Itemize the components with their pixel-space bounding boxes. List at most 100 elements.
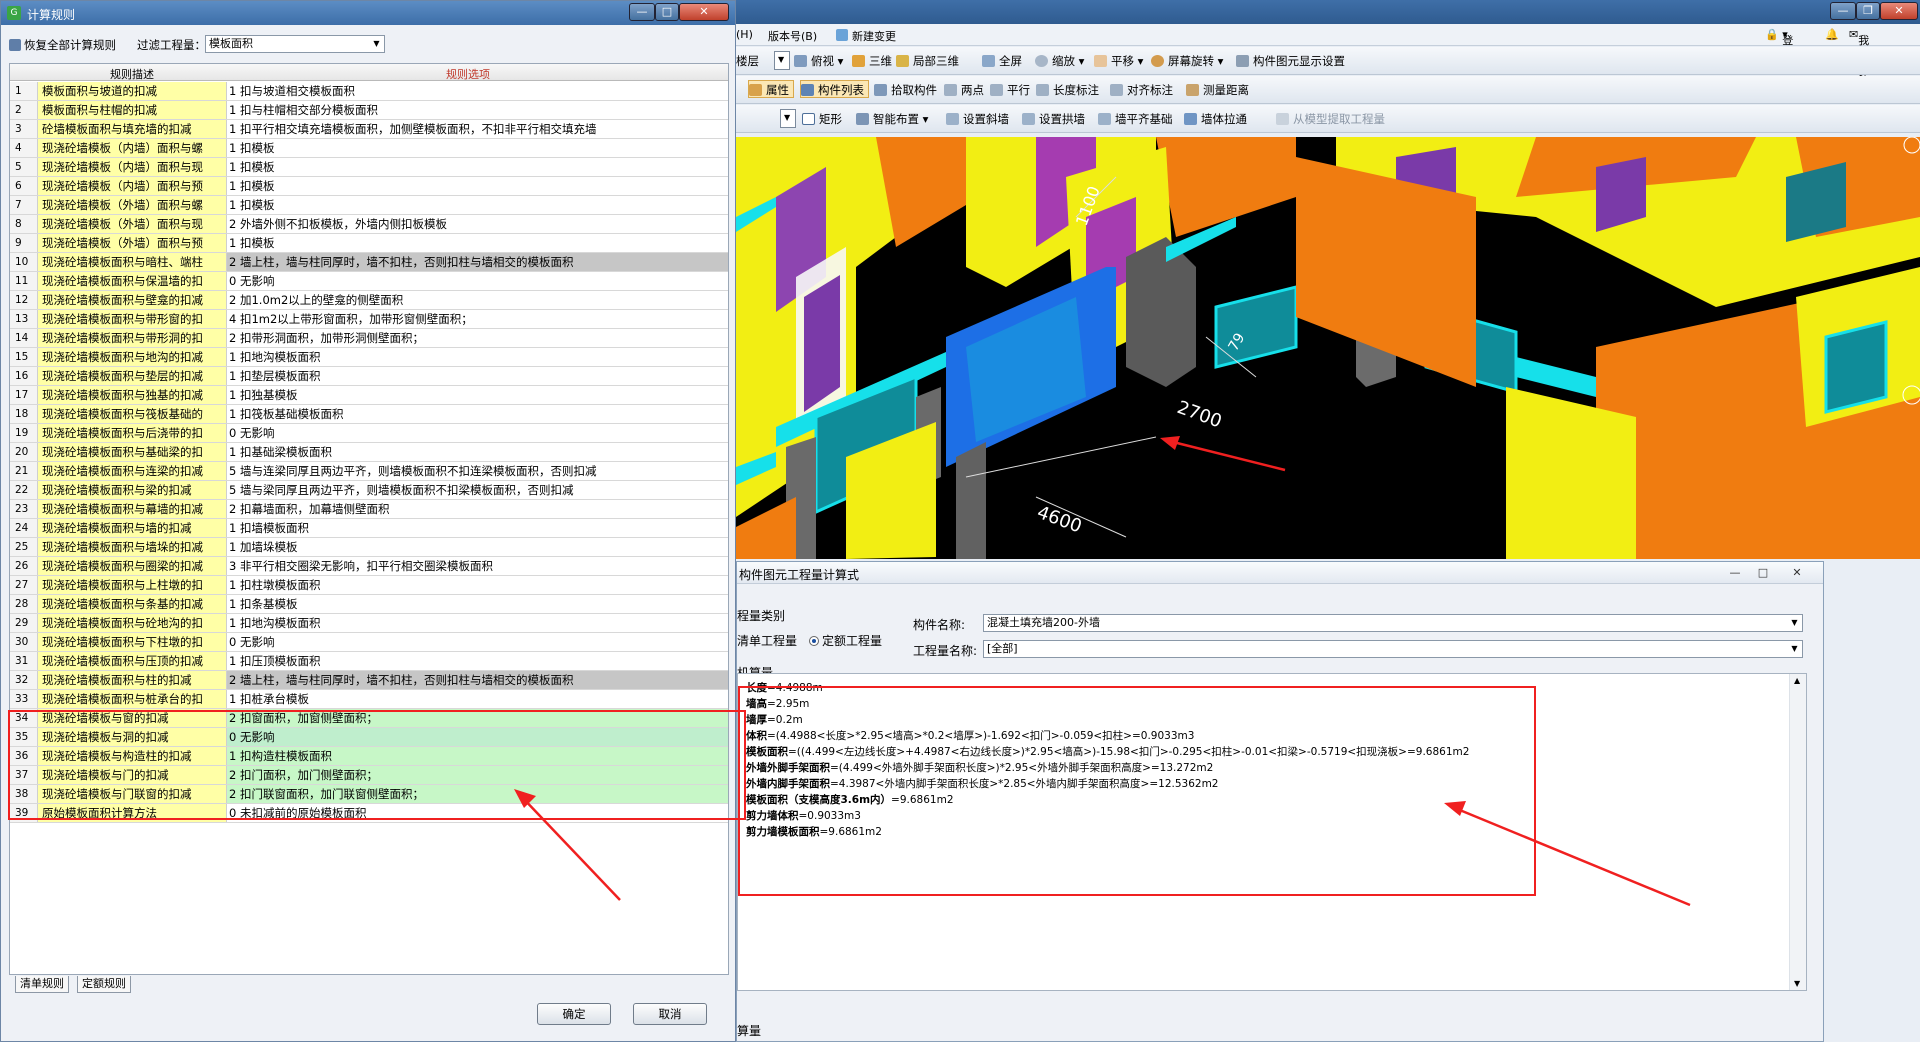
floor-dropdown[interactable]: ▼	[774, 51, 790, 70]
rule-option[interactable]: 1 扣筏板基础模板面积	[227, 405, 728, 423]
minimize-button[interactable]: —	[1723, 565, 1747, 581]
table-row[interactable]: 2 模板面积与柱帽的扣减 1 扣与柱帽相交部分模板面积	[10, 101, 728, 120]
table-row[interactable]: 18 现浇砼墙模板面积与筏板基础的 1 扣筏板基础模板面积	[10, 405, 728, 424]
table-row[interactable]: 24 现浇砼墙模板面积与墙的扣减 1 扣墙模板面积	[10, 519, 728, 538]
rules-grid-scrollbar[interactable]	[717, 63, 729, 975]
menu-version[interactable]: 版本号(B)	[768, 28, 817, 44]
maximize-button[interactable]: □	[1751, 565, 1775, 581]
table-row[interactable]: 30 现浇砼墙模板面积与下柱墩的扣 0 无影响	[10, 633, 728, 652]
rule-option[interactable]: 1 扣柱墩模板面积	[227, 576, 728, 594]
component-list-button[interactable]: 构件列表	[800, 80, 869, 98]
table-row[interactable]: 31 现浇砼墙模板面积与压顶的扣减 1 扣压顶模板面积	[10, 652, 728, 671]
rule-option[interactable]: 1 扣条基模板	[227, 595, 728, 613]
table-row[interactable]: 4 现浇砼墙模板（内墙）面积与螺 1 扣模板	[10, 139, 728, 158]
rule-option[interactable]: 2 扣幕墙面积，加幕墙侧壁面积	[227, 500, 728, 518]
close-button[interactable]: ✕	[679, 3, 729, 21]
rule-option[interactable]: 5 墙与连梁同厚且两边平齐，则墙模板面积不扣连梁模板面积，否则扣减	[227, 462, 728, 480]
table-row[interactable]: 13 现浇砼墙模板面积与带形窗的扣 4 扣1m2以上带形窗面积，加带形窗侧壁面积；	[10, 310, 728, 329]
table-row[interactable]: 20 现浇砼墙模板面积与基础梁的扣 1 扣基础梁模板面积	[10, 443, 728, 462]
menu-new-change[interactable]: 新建变更	[852, 28, 896, 44]
zoom-button[interactable]: 缩放 ▾	[1035, 52, 1084, 70]
rule-option[interactable]: 1 扣平行相交填充墙模板面积，加侧壁模板面积，不扣非平行相交填充墙	[227, 120, 728, 138]
rule-option[interactable]: 0 无影响	[227, 424, 728, 442]
table-row[interactable]: 23 现浇砼墙模板面积与幕墙的扣减 2 扣幕墙面积，加幕墙侧壁面积	[10, 500, 728, 519]
arch-wall-button[interactable]: 设置拱墙	[1022, 110, 1085, 128]
table-row[interactable]: 29 现浇砼墙模板面积与砼地沟的扣 1 扣地沟模板面积	[10, 614, 728, 633]
table-row[interactable]: 27 现浇砼墙模板面积与上柱墩的扣 1 扣柱墩模板面积	[10, 576, 728, 595]
rules-grid[interactable]: 规则描述 规则选项 1 模板面积与坡道的扣减 1 扣与坡道相交模板面积 2 模板面积与柱…	[9, 63, 729, 975]
rule-option[interactable]: 1 扣模板	[227, 177, 728, 195]
scroll-up-arrow-icon[interactable]: ▲	[1794, 676, 1800, 685]
rule-option[interactable]: 1 扣基础梁模板面积	[227, 443, 728, 461]
smart-layout-button[interactable]: 智能布置 ▾	[856, 110, 928, 128]
table-row[interactable]: 28 现浇砼墙模板面积与条基的扣减 1 扣条基模板	[10, 595, 728, 614]
table-row[interactable]: 15 现浇砼墙模板面积与地沟的扣减 1 扣地沟模板面积	[10, 348, 728, 367]
maximize-button[interactable]: □	[655, 3, 679, 21]
rule-option[interactable]: 2 墙上柱，墙与柱同厚时，墙不扣柱，否则扣柱与墙相交的模板面积	[227, 253, 728, 271]
rule-option[interactable]: 0 无影响	[227, 633, 728, 651]
rule-option[interactable]: 2 扣带形洞面积，加带形洞侧壁面积；	[227, 329, 728, 347]
menu-help[interactable]: (H)	[736, 28, 753, 41]
formula-scrollbar[interactable]: ▲ ▼	[1789, 674, 1806, 990]
length-dim-button[interactable]: 长度标注	[1036, 81, 1099, 99]
display-settings-button[interactable]: 构件图元显示设置	[1236, 52, 1345, 70]
rule-option[interactable]: 2 外墙外侧不扣板模板，外墙内侧扣板模板	[227, 215, 728, 233]
rule-option[interactable]: 1 扣模板	[227, 234, 728, 252]
scroll-down-arrow-icon[interactable]: ▼	[1794, 979, 1800, 988]
table-row[interactable]: 5 现浇砼墙模板（内墙）面积与现 1 扣模板	[10, 158, 728, 177]
table-row[interactable]: 8 现浇砼墙模板（外墙）面积与现 2 外墙外侧不扣板模板，外墙内侧扣板模板	[10, 215, 728, 234]
pan-button[interactable]: 平移 ▾	[1094, 52, 1143, 70]
local-3d-button[interactable]: 局部三维	[896, 52, 959, 70]
rule-option[interactable]: 0 无影响	[227, 272, 728, 290]
table-row[interactable]: 32 现浇砼墙模板面积与柱的扣减 2 墙上柱，墙与柱同厚时，墙不扣柱，否则扣柱与墙相…	[10, 671, 728, 690]
rule-option[interactable]: 1 扣地沟模板面积	[227, 348, 728, 366]
rule-option[interactable]: 1 扣压顶模板面积	[227, 652, 728, 670]
table-row[interactable]: 17 现浇砼墙模板面积与独基的扣减 1 扣独基模板	[10, 386, 728, 405]
restore-rules-button[interactable]: 恢复全部计算规则	[9, 37, 116, 53]
rule-option[interactable]: 1 扣与柱帽相交部分模板面积	[227, 101, 728, 119]
table-row[interactable]: 14 现浇砼墙模板面积与带形洞的扣 2 扣带形洞面积，加带形洞侧壁面积；	[10, 329, 728, 348]
filter-quantity-select[interactable]: 模板面积 ▼	[205, 35, 385, 53]
top-view-button[interactable]: 俯视 ▾	[794, 52, 843, 70]
rule-option[interactable]: 1 扣桩承台模板	[227, 690, 728, 708]
table-row[interactable]: 19 现浇砼墙模板面积与后浇带的扣 0 无影响	[10, 424, 728, 443]
cancel-button[interactable]: 取消	[633, 1003, 707, 1025]
table-row[interactable]: 21 现浇砼墙模板面积与连梁的扣减 5 墙与连梁同厚且两边平齐，则墙模板面积不扣连梁…	[10, 462, 728, 481]
table-row[interactable]: 25 现浇砼墙模板面积与墙垛的扣减 1 加墙垛模板	[10, 538, 728, 557]
feedback-link[interactable]: ✉ 我要建议	[1849, 28, 1869, 95]
rule-option[interactable]: 1 扣与坡道相交模板面积	[227, 82, 728, 100]
measure-distance-button[interactable]: 测量距离	[1186, 81, 1249, 99]
close-button[interactable]: ✕	[1880, 2, 1918, 20]
wall-stretch-button[interactable]: 墙体拉通	[1184, 110, 1247, 128]
table-row[interactable]: 10 现浇砼墙模板面积与暗柱、端柱 2 墙上柱，墙与柱同厚时，墙不扣柱，否则扣柱与墙…	[10, 253, 728, 272]
rule-option[interactable]: 2 加1.0m2以上的壁龛的侧壁面积	[227, 291, 728, 309]
rule-option[interactable]: 3 非平行相交圈梁无影响，扣平行相交圈梁模板面积	[227, 557, 728, 575]
rule-option[interactable]: 1 扣模板	[227, 158, 728, 176]
rule-option[interactable]: 2 墙上柱，墙与柱同厚时，墙不扣柱，否则扣柱与墙相交的模板面积	[227, 671, 728, 689]
bell-icon[interactable]: 🔔	[1825, 28, 1839, 41]
table-row[interactable]: 33 现浇砼墙模板面积与桩承台的扣 1 扣桩承台模板	[10, 690, 728, 709]
rule-option[interactable]: 1 扣模板	[227, 139, 728, 157]
tab-list-rules[interactable]: 清单规则	[15, 976, 69, 993]
restore-button[interactable]: ❐	[1856, 2, 1880, 20]
rule-option[interactable]: 1 加墙垛模板	[227, 538, 728, 556]
ok-button[interactable]: 确定	[537, 1003, 611, 1025]
quantity-name-select[interactable]: [全部] ▼	[983, 640, 1803, 658]
rule-option[interactable]: 1 扣独基模板	[227, 386, 728, 404]
table-row[interactable]: 26 现浇砼墙模板面积与圈梁的扣减 3 非平行相交圈梁无影响，扣平行相交圈梁模板面积	[10, 557, 728, 576]
rectangle-button[interactable]: 矩形	[802, 110, 842, 128]
login-link[interactable]: 🔒 登录 ▾	[1765, 28, 1793, 63]
rule-option[interactable]: 1 扣地沟模板面积	[227, 614, 728, 632]
rule-option[interactable]: 5 墙与梁同厚且两边平齐，则墙模板面积不扣梁模板面积，否则扣减	[227, 481, 728, 499]
table-row[interactable]: 11 现浇砼墙模板面积与保温墙的扣 0 无影响	[10, 272, 728, 291]
table-row[interactable]: 9 现浇砼墙模板（外墙）面积与预 1 扣模板	[10, 234, 728, 253]
pick-component-button[interactable]: 拾取构件	[874, 81, 937, 99]
minimize-button[interactable]: —	[1830, 2, 1856, 20]
rule-option[interactable]: 1 扣模板	[227, 196, 728, 214]
aligned-dim-button[interactable]: 对齐标注	[1110, 81, 1173, 99]
wall-align-foundation-button[interactable]: 墙平齐基础	[1098, 110, 1173, 128]
table-row[interactable]: 16 现浇砼墙模板面积与垫层的扣减 1 扣垫层模板面积	[10, 367, 728, 386]
slant-wall-button[interactable]: 设置斜墙	[946, 110, 1009, 128]
table-row[interactable]: 3 砼墙模板面积与填充墙的扣减 1 扣平行相交填充墙模板面积，加侧壁模板面积，不扣非…	[10, 120, 728, 139]
minimize-button[interactable]: —	[629, 3, 655, 21]
